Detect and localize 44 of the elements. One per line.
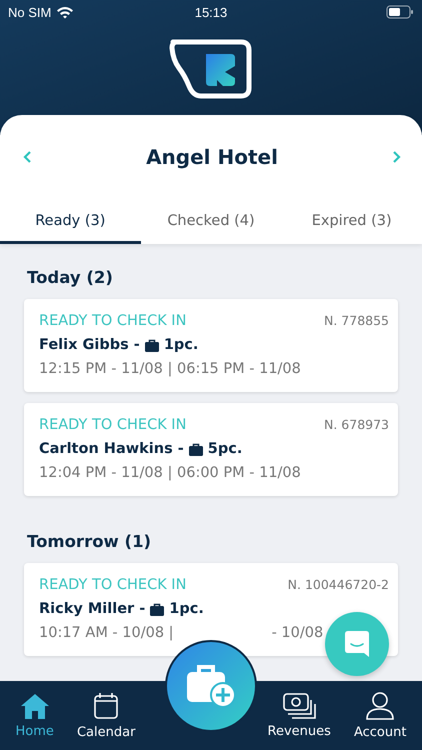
chat-bubble-icon [342,629,372,659]
nav-tab[interactable]: Revenues [266,688,333,743]
booking-number: N. 778855 [324,313,389,328]
booking-card[interactable]: READY TO CHECK IN N. 778855 Felix Gibbs - 1pc. 12:15 PM - 11/08 | 06:15 PM - 11/08 [24,299,398,392]
nav-tab[interactable]: Account [352,687,408,744]
time-text: 12:04 PM - 11/08 | 06:00 PM - 11/08 [39,465,301,481]
time-text: 12:15 PM - 11/08 | 06:15 PM - 11/08 [39,361,301,377]
tab[interactable]: Expired (3) [281,205,422,244]
banknotes-icon [282,692,316,720]
tab[interactable]: Ready (3) [0,205,141,244]
suitcase-icon [188,442,203,456]
booking-card[interactable]: READY TO CHECK IN N. 678973 Carlton Hawkins - 5pc. 12:04 PM - 11/08 | 06:00 PM - 11/08 [24,403,398,496]
guest-name: Felix Gibbs - [39,337,140,353]
booking-number: N. 678973 [324,417,389,432]
wifi-icon [56,6,74,18]
time-text: 10:17 AM - 10/08 | [39,625,174,641]
clock-text: 15:13 [194,4,228,20]
time-text: - 10/08 [272,625,324,641]
status-label: READY TO CHECK IN [39,417,186,433]
nav-tab[interactable]: Home [14,688,56,743]
section-title: Today (2) [27,268,114,287]
chevron-right-icon [392,150,402,164]
person-icon [365,691,396,721]
battery-icon [386,5,414,19]
section-title: Tomorrow (1) [27,532,152,551]
status-label: READY TO CHECK IN [39,313,186,329]
guest-name: Carlton Hawkins - [39,441,184,457]
suitcase-icon [144,338,159,352]
logo-icon [169,38,253,100]
bag-count: 5pc. [208,441,242,457]
chevron-left-icon [22,150,32,164]
bag-count: 1pc. [164,337,198,353]
guest-name: Ricky Miller - [39,601,146,617]
booking-card[interactable]: READY TO CHECK IN N. 100446720-2 Ricky Miller - 1pc. 10:17 AM - 10/08 | - 10/08 [24,563,398,656]
suitcase-plus-icon [185,664,237,708]
hotel-name: Angel Hotel [146,145,278,169]
nav-tab[interactable]: Calendar [74,687,138,744]
tab[interactable]: Checked (4) [140,205,282,244]
home-icon [20,692,50,720]
bag-count: 1pc. [169,601,204,617]
status-label: READY TO CHECK IN [39,577,186,593]
booking-number: N. 100446720-2 [288,577,389,592]
suitcase-icon [150,602,164,616]
carrier-text: No SIM [8,4,52,20]
